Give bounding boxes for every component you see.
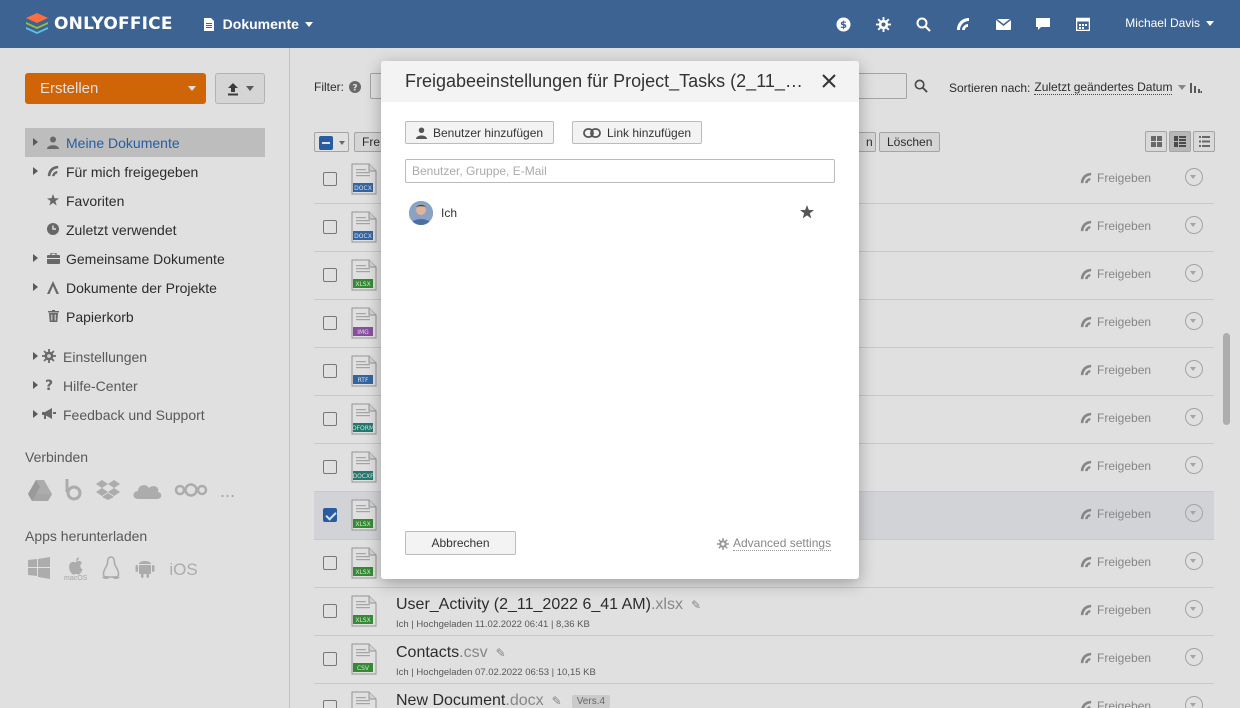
cancel-button[interactable]: Abbrechen — [405, 531, 516, 555]
advanced-settings-link[interactable]: Advanced settings — [717, 536, 832, 551]
advanced-settings-label: Advanced settings — [733, 536, 832, 551]
logo-text: ONLYOFFICE — [54, 14, 173, 34]
logo[interactable]: ONLYOFFICE — [24, 11, 173, 37]
feed-icon[interactable] — [943, 14, 983, 34]
calendar-icon[interactable] — [1063, 14, 1103, 34]
user-search-input[interactable] — [405, 159, 835, 183]
person-icon — [416, 127, 427, 139]
owner-name: Ich — [441, 206, 458, 220]
chevron-down-icon — [1206, 20, 1214, 26]
chevron-down-icon — [304, 21, 313, 27]
close-icon[interactable] — [821, 73, 837, 89]
dialog-header: Freigabeeinstellungen für Project_Tasks … — [381, 61, 859, 102]
add-user-label: Benutzer hinzufügen — [433, 125, 544, 140]
cancel-label: Abbrechen — [431, 536, 490, 550]
add-user-button[interactable]: Benutzer hinzufügen — [405, 121, 555, 144]
search-icon[interactable] — [903, 14, 943, 34]
link-icon — [583, 127, 601, 138]
owner-star-icon — [800, 205, 814, 219]
onlyoffice-logo-icon — [26, 13, 48, 34]
settings-icon[interactable] — [863, 14, 903, 34]
top-bar: ONLYOFFICE Dokumente $ Michael Davis — [0, 0, 1240, 48]
document-icon — [203, 17, 214, 31]
add-link-button[interactable]: Link hinzufügen — [572, 121, 703, 144]
module-switcher[interactable]: Dokumente — [203, 16, 313, 32]
chat-icon[interactable] — [1023, 14, 1063, 34]
dialog-title: Freigabeeinstellungen für Project_Tasks … — [405, 71, 809, 91]
avatar — [409, 201, 433, 225]
gear-icon — [717, 537, 729, 550]
module-label: Dokumente — [222, 16, 299, 32]
user-menu[interactable]: Michael Davis — [1125, 16, 1214, 30]
add-link-label: Link hinzufügen — [607, 125, 692, 140]
payments-icon[interactable]: $ — [823, 14, 863, 34]
svg-text:$: $ — [840, 20, 847, 31]
mail-icon[interactable] — [983, 14, 1023, 34]
user-name: Michael Davis — [1125, 16, 1200, 30]
share-list-item: Ich — [409, 201, 819, 225]
sharing-settings-dialog: Freigabeeinstellungen für Project_Tasks … — [381, 61, 859, 579]
